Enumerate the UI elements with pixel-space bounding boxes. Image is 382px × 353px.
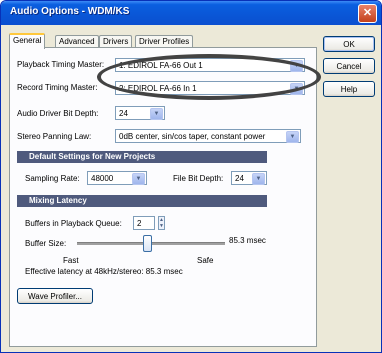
chevron-down-icon[interactable]: ▼: [252, 173, 265, 185]
chevron-down-icon[interactable]: ▼: [150, 108, 163, 120]
wave-profiler-button[interactable]: Wave Profiler...: [17, 288, 93, 304]
buffer-size-label: Buffer Size:: [25, 239, 67, 248]
stereo-panning-law-label: Stereo Panning Law:: [17, 132, 92, 141]
chevron-down-icon[interactable]: ▼: [132, 173, 145, 185]
file-bit-depth-select[interactable]: 24 ▼: [231, 171, 267, 185]
sampling-rate-label: Sampling Rate:: [25, 174, 80, 183]
audio-options-window: Audio Options - WDM/KS ✕ General Advance…: [0, 0, 382, 353]
window-title: Audio Options - WDM/KS: [10, 6, 130, 17]
buffers-spinner[interactable]: ▲ ▼: [158, 216, 165, 230]
close-button[interactable]: ✕: [358, 4, 377, 23]
ok-button[interactable]: OK: [323, 36, 375, 52]
buffers-in-queue-input[interactable]: 2: [133, 216, 155, 230]
fast-label: Fast: [63, 256, 79, 265]
stereo-panning-law-select[interactable]: 0dB center, sin/cos taper, constant powe…: [115, 129, 301, 143]
chevron-down-icon[interactable]: ▼: [286, 131, 299, 143]
mixing-latency-header: Mixing Latency: [17, 195, 267, 207]
cancel-button[interactable]: Cancel: [323, 58, 375, 74]
buffers-in-queue-label: Buffers in Playback Queue:: [25, 219, 122, 228]
close-icon: ✕: [362, 7, 373, 19]
sampling-rate-select[interactable]: 48000 ▼: [87, 171, 147, 185]
spin-down-icon[interactable]: ▼: [159, 223, 164, 229]
default-settings-header: Default Settings for New Projects: [17, 151, 267, 163]
audio-driver-bit-depth-label: Audio Driver Bit Depth:: [17, 109, 99, 118]
tab-general[interactable]: General: [9, 33, 46, 49]
audio-driver-bit-depth-select[interactable]: 24 ▼: [115, 106, 165, 120]
effective-latency-text: Effective latency at 48kHz/stereo: 85.3 …: [25, 267, 183, 276]
file-bit-depth-label: File Bit Depth:: [173, 174, 224, 183]
buffer-size-slider-thumb[interactable]: [142, 235, 152, 252]
highlight-ellipse: [97, 54, 321, 100]
title-bar[interactable]: Audio Options - WDM/KS ✕: [1, 1, 381, 25]
playback-timing-master-label: Playback Timing Master:: [17, 60, 105, 69]
buffer-size-readout: 85.3 msec: [229, 236, 266, 245]
record-timing-master-label: Record Timing Master:: [17, 83, 98, 92]
help-button[interactable]: Help: [323, 81, 375, 97]
safe-label: Safe: [197, 256, 214, 265]
